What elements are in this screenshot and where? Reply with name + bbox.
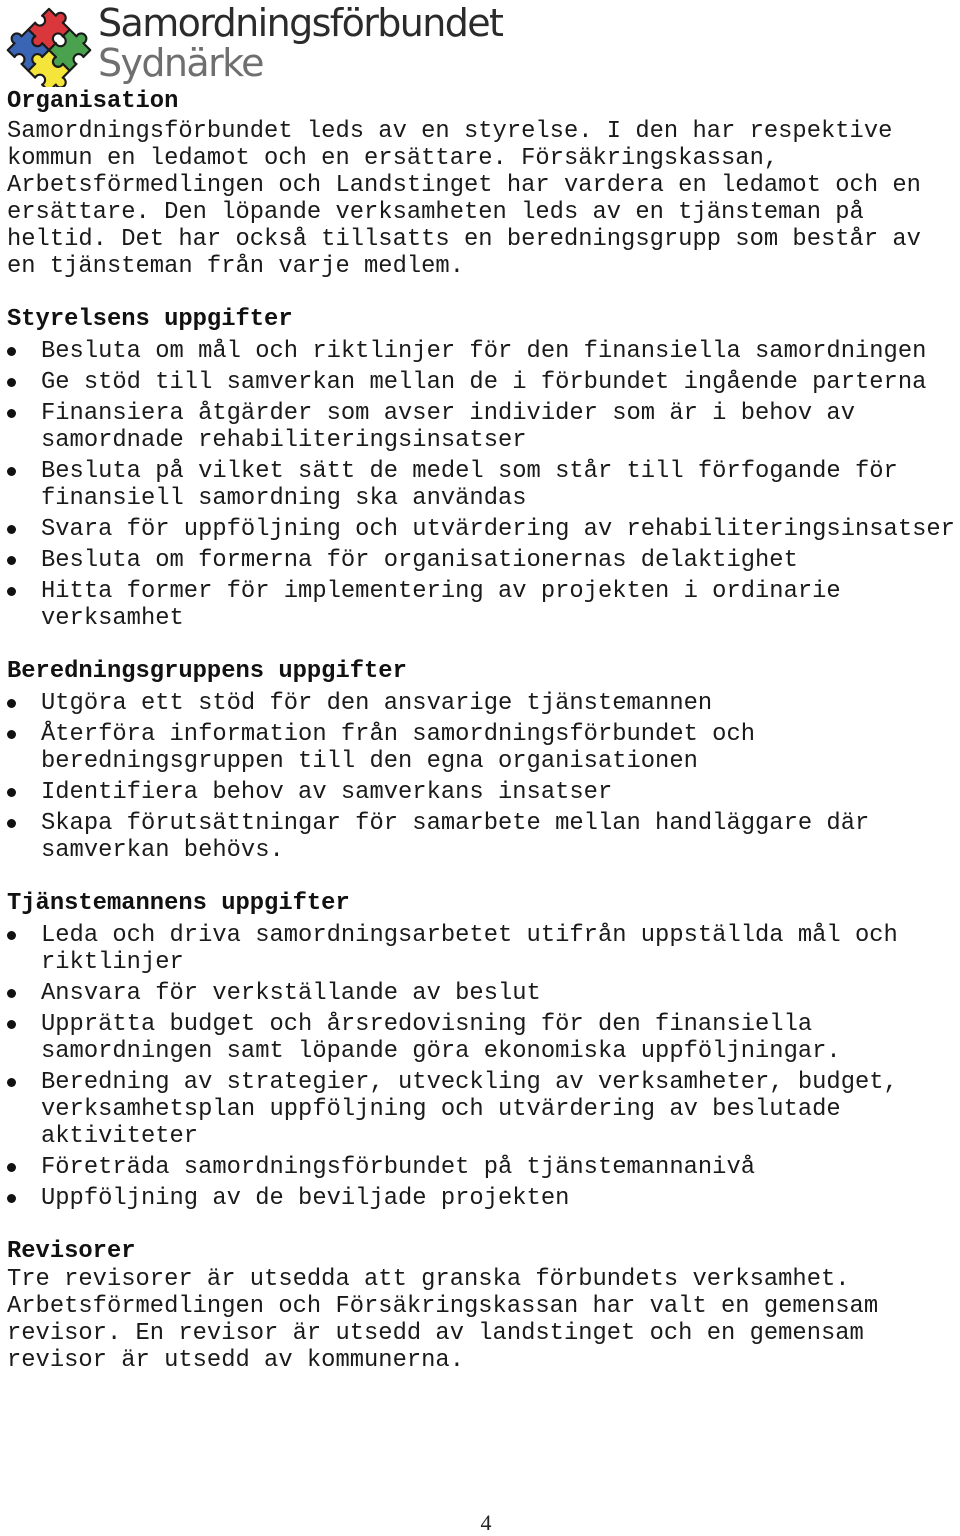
bullet-icon: [7, 409, 16, 418]
list-item-text: Återföra information från samordningsför…: [41, 721, 756, 775]
section-heading-beredningsgruppen: Beredningsgruppens uppgifter: [7, 658, 407, 685]
list-item-text: Utgöra ett stöd för den ansvarige tjänst…: [41, 690, 713, 717]
section-heading-styrelsen: Styrelsens uppgifter: [7, 306, 293, 333]
bullet-icon: [7, 347, 16, 356]
list-item: Upprätta budget och årsredovisning för d…: [7, 1011, 960, 1065]
list-item: Leda och driva samordningsarbetet utifrå…: [7, 922, 960, 976]
bullet-icon: [7, 378, 16, 387]
list-item: Företräda samordningsförbundet på tjänst…: [7, 1154, 960, 1181]
list-item-text: Beredning av strategier, utveckling av v…: [41, 1069, 898, 1150]
bullet-icon: [7, 1078, 16, 1087]
list-item-text: Finansiera åtgärder som avser individer …: [41, 400, 855, 454]
beredningsgruppen-task-list: Utgöra ett stöd för den ansvarige tjänst…: [7, 690, 960, 864]
list-item-text: Besluta på vilket sätt de medel som står…: [41, 458, 898, 512]
bullet-icon: [7, 1020, 16, 1029]
list-item: Uppföljning av de beviljade projekten: [7, 1185, 960, 1212]
organisation-paragraph: Samordningsförbundet leds av en styrelse…: [7, 118, 921, 280]
bullet-icon: [7, 931, 16, 940]
bullet-icon: [7, 1194, 16, 1203]
list-item-text: Besluta om mål och riktlinjer för den fi…: [41, 338, 927, 365]
logo-name-line2: Sydnärke: [98, 41, 265, 85]
list-item: Hitta former för implementering av proje…: [7, 578, 960, 632]
list-item-text: Identifiera behov av samverkans insatser: [41, 779, 613, 806]
list-item-text: Skapa förutsättningar för samarbete mell…: [41, 810, 870, 864]
bullet-icon: [7, 525, 16, 534]
list-item: Ge stöd till samverkan mellan de i förbu…: [7, 369, 960, 396]
list-item-text: Upprätta budget och årsredovisning för d…: [41, 1011, 841, 1065]
list-item-text: Företräda samordningsförbundet på tjänst…: [41, 1154, 756, 1181]
list-item: Besluta om mål och riktlinjer för den fi…: [7, 338, 960, 365]
section-heading-revisorer: Revisorer: [7, 1238, 136, 1265]
list-item: Ansvara för verkställande av beslut: [7, 980, 960, 1007]
section-styrelsens-uppgifter: Styrelsens uppgifter Besluta om mål och …: [7, 306, 960, 632]
list-item: Utgöra ett stöd för den ansvarige tjänst…: [7, 690, 960, 717]
bullet-icon: [7, 467, 16, 476]
bullet-icon: [7, 556, 16, 565]
organization-logo: Samordningsförbundet Sydnärke: [6, 2, 504, 88]
logo-name-line1: Samordningsförbundet: [98, 1, 504, 45]
bullet-icon: [7, 819, 16, 828]
bullet-icon: [7, 788, 16, 797]
list-item: Beredning av strategier, utveckling av v…: [7, 1069, 960, 1150]
bullet-icon: [7, 699, 16, 708]
list-item-text: Hitta former för implementering av proje…: [41, 578, 841, 632]
section-beredningsgruppens-uppgifter: Beredningsgruppens uppgifter Utgöra ett …: [7, 658, 960, 864]
list-item: Besluta på vilket sätt de medel som står…: [7, 458, 960, 512]
document-body: Organisation Samordningsförbundet leds a…: [7, 88, 960, 1400]
tjanstemannen-task-list: Leda och driva samordningsarbetet utifrå…: [7, 922, 960, 1212]
list-item-text: Uppföljning av de beviljade projekten: [41, 1185, 570, 1212]
bullet-icon: [7, 730, 16, 739]
revisorer-paragraph: Tre revisorer är utsedda att granska för…: [7, 1266, 879, 1374]
list-item-text: Svara för uppföljning och utvärdering av…: [41, 516, 955, 543]
page-number: 4: [480, 1510, 492, 1535]
section-tjanstemannens-uppgifter: Tjänstemannens uppgifter Leda och driva …: [7, 890, 960, 1212]
styrelsen-task-list: Besluta om mål och riktlinjer för den fi…: [7, 338, 960, 632]
list-item: Finansiera åtgärder som avser individer …: [7, 400, 960, 454]
section-organisation: Organisation Samordningsförbundet leds a…: [7, 88, 960, 280]
bullet-icon: [7, 587, 16, 596]
list-item-text: Ansvara för verkställande av beslut: [41, 980, 541, 1007]
list-item: Identifiera behov av samverkans insatser: [7, 779, 960, 806]
list-item-text: Besluta om formerna för organisationerna…: [41, 547, 798, 574]
logo-wordmark: Samordningsförbundet Sydnärke: [98, 4, 504, 85]
list-item: Besluta om formerna för organisationerna…: [7, 547, 960, 574]
bullet-icon: [7, 989, 16, 998]
puzzle-pieces-icon: [6, 7, 92, 87]
section-revisorer: Revisorer Tre revisorer är utsedda att g…: [7, 1238, 960, 1374]
section-heading-tjanstemannen: Tjänstemannens uppgifter: [7, 890, 350, 917]
list-item: Skapa förutsättningar för samarbete mell…: [7, 810, 960, 864]
bullet-icon: [7, 1163, 16, 1172]
section-heading-organisation: Organisation: [7, 88, 179, 115]
list-item-text: Leda och driva samordningsarbetet utifrå…: [41, 922, 898, 976]
list-item: Svara för uppföljning och utvärdering av…: [7, 516, 960, 543]
list-item-text: Ge stöd till samverkan mellan de i förbu…: [41, 369, 927, 396]
list-item: Återföra information från samordningsför…: [7, 721, 960, 775]
